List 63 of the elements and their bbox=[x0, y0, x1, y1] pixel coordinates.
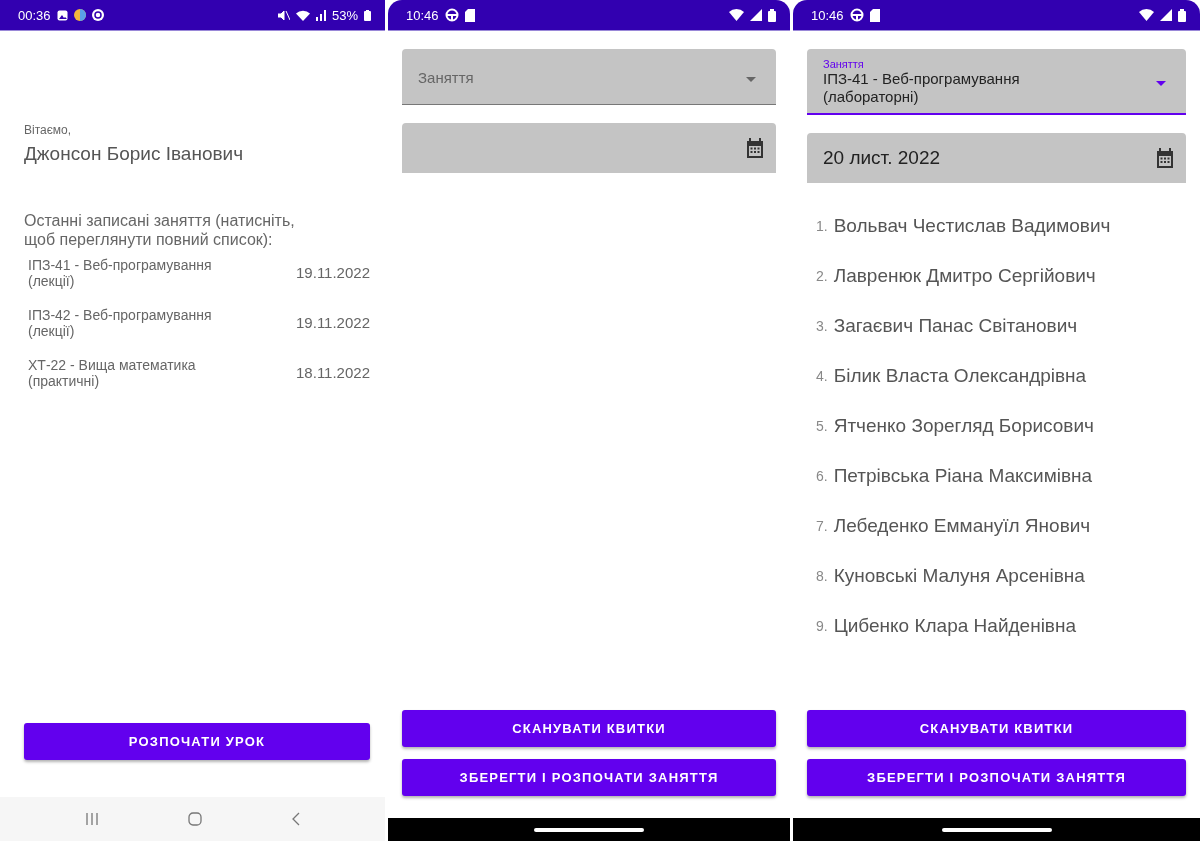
action-button[interactable]: СКАНУВАТИ КВИТКИ bbox=[807, 710, 1186, 747]
caret-icon bbox=[746, 76, 756, 82]
list-number: 9. bbox=[816, 618, 828, 634]
gesture-handle[interactable] bbox=[534, 827, 644, 832]
list-number: 4. bbox=[816, 368, 828, 384]
status-time: 10:46 bbox=[406, 7, 439, 23]
sd-card-icon bbox=[869, 8, 880, 22]
signal-icon bbox=[1160, 9, 1172, 21]
action-button[interactable]: СКАНУВАТИ КВИТКИ bbox=[402, 710, 776, 747]
wifi-icon bbox=[729, 9, 744, 21]
status-time: 10:46 bbox=[811, 7, 844, 23]
signal-icon bbox=[750, 9, 762, 21]
lesson-dropdown[interactable]: Заняття ІПЗ-41 - Веб-програмування (лабораторні) bbox=[807, 49, 1186, 115]
list-number: 1. bbox=[816, 218, 828, 234]
list-number: 7. bbox=[816, 518, 828, 534]
home-icon[interactable] bbox=[187, 812, 202, 826]
student-name: Білик Власта Олександрівна bbox=[833, 365, 1087, 387]
user-name: Джонсон Борис Іванович bbox=[24, 143, 245, 165]
wifi-icon bbox=[295, 9, 310, 21]
recent-heading: Останні записані заняття (натисніть, щоб переглянути повний список): bbox=[24, 211, 296, 249]
signal-icon bbox=[315, 9, 326, 21]
list-number: 3. bbox=[816, 318, 828, 334]
battery-icon bbox=[1178, 8, 1186, 22]
app-icon bbox=[73, 9, 86, 21]
action-button[interactable]: ЗБЕРЕГТИ І РОЗПОЧАТИ ЗАНЯТТЯ bbox=[402, 759, 776, 796]
lesson-date[interactable]: 18.11.2022 bbox=[296, 365, 370, 381]
lesson-title[interactable]: ХТ-22 - Вища математика (практичні) bbox=[28, 357, 248, 389]
lesson-title[interactable]: ІПЗ-41 - Веб-програмування (лекції) bbox=[28, 257, 248, 289]
student-name: Петрівська Ріана Максимівна bbox=[833, 465, 1093, 487]
battery-icon bbox=[768, 8, 776, 22]
wifi-icon bbox=[1139, 9, 1154, 21]
caret-icon bbox=[1156, 81, 1166, 86]
action-button[interactable]: РОЗПОЧАТИ УРОК bbox=[24, 723, 370, 760]
sync-icon bbox=[91, 9, 104, 21]
list-number: 8. bbox=[816, 568, 828, 584]
student-name: Вольвач Честислав Вадимович bbox=[833, 215, 1111, 237]
list-number: 2. bbox=[816, 268, 828, 284]
mute-icon bbox=[277, 9, 290, 21]
field-label: Заняття bbox=[823, 58, 865, 70]
lesson-date[interactable]: 19.11.2022 bbox=[296, 315, 370, 331]
gallery-icon bbox=[56, 9, 68, 21]
student-name: Ятченко Зорегляд Борисович bbox=[833, 415, 1094, 437]
list-number: 6. bbox=[816, 468, 828, 484]
status-time: 00:36 bbox=[18, 7, 51, 23]
lesson-date[interactable]: 19.11.2022 bbox=[296, 265, 370, 281]
student-name: Лавренюк Дмитро Сергійович bbox=[833, 265, 1096, 287]
date-field[interactable]: 20 лист. 2022 bbox=[807, 133, 1186, 183]
list-number: 5. bbox=[816, 418, 828, 434]
date-field[interactable] bbox=[402, 123, 776, 173]
student-name: Куновські Малуня Арсенівна bbox=[833, 565, 1085, 587]
student-name: Лебеденко Еммануїл Янович bbox=[833, 515, 1091, 537]
sd-card-icon bbox=[464, 8, 475, 22]
action-button[interactable]: ЗБЕРЕГТИ І РОЗПОЧАТИ ЗАНЯТТЯ bbox=[807, 759, 1186, 796]
back-icon[interactable] bbox=[290, 812, 301, 826]
lesson-title[interactable]: ІПЗ-42 - Веб-програмування (лекції) bbox=[28, 307, 248, 339]
calendar-icon[interactable] bbox=[1156, 148, 1174, 168]
calendar-icon[interactable] bbox=[746, 138, 764, 158]
greeting: Вітаємо, bbox=[24, 123, 73, 137]
student-name: Загаєвич Панас Світанович bbox=[833, 315, 1078, 337]
battery-icon bbox=[364, 9, 371, 21]
battery-percent: 53% bbox=[331, 7, 358, 23]
gesture-handle[interactable] bbox=[941, 827, 1052, 832]
student-name: Цибенко Клара Найденівна bbox=[833, 615, 1076, 637]
